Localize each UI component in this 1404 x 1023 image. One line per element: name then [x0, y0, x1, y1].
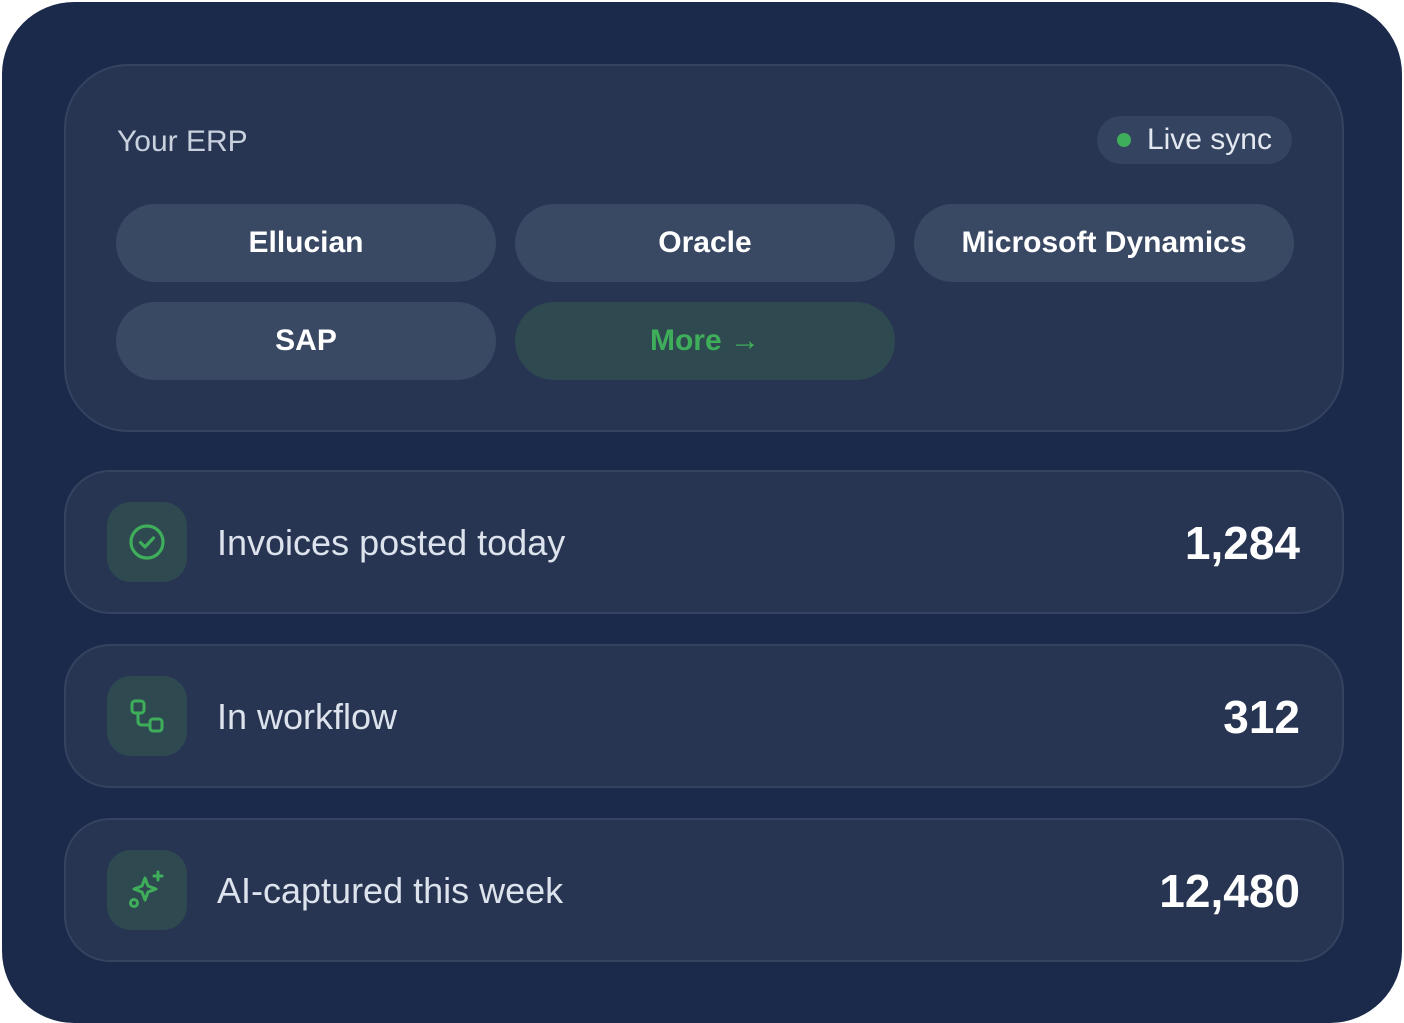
erp-selector-card: Your ERP Live sync Ellucian Oracle Micro…: [64, 64, 1344, 432]
stat-label: Invoices posted today: [217, 522, 566, 563]
live-sync-label: Live sync: [1146, 123, 1272, 156]
check-circle-icon: [107, 502, 187, 582]
stat-row-invoices-posted: Invoices posted today 1,284: [64, 470, 1344, 614]
stat-label: AI-captured this week: [217, 870, 564, 911]
workflow-icon: [107, 676, 187, 756]
stat-value: 312: [1223, 691, 1300, 743]
erp-option-oracle[interactable]: Oracle: [515, 204, 895, 282]
stat-row-ai-captured: AI-captured this week 12,480: [64, 818, 1344, 962]
erp-option-ellucian[interactable]: Ellucian: [116, 204, 496, 282]
stat-row-in-workflow: In workflow 312: [64, 644, 1344, 788]
live-status-dot-icon: [1116, 133, 1131, 147]
stat-label: In workflow: [217, 696, 398, 737]
erp-option-microsoft-dynamics[interactable]: Microsoft Dynamics: [914, 204, 1294, 282]
stat-value: 1,284: [1184, 517, 1300, 569]
stat-value: 12,480: [1159, 865, 1300, 917]
erp-option-sap[interactable]: SAP: [116, 302, 496, 380]
erp-options-grid: Ellucian Oracle Microsoft Dynamics SAP M…: [116, 204, 1294, 380]
erp-more-button[interactable]: More →: [515, 302, 895, 380]
dashboard-frame: Your ERP Live sync Ellucian Oracle Micro…: [2, 2, 1402, 1023]
sparkle-icon: [107, 850, 187, 930]
erp-section-label: Your ERP: [117, 125, 248, 158]
live-sync-badge: Live sync: [1096, 116, 1292, 164]
